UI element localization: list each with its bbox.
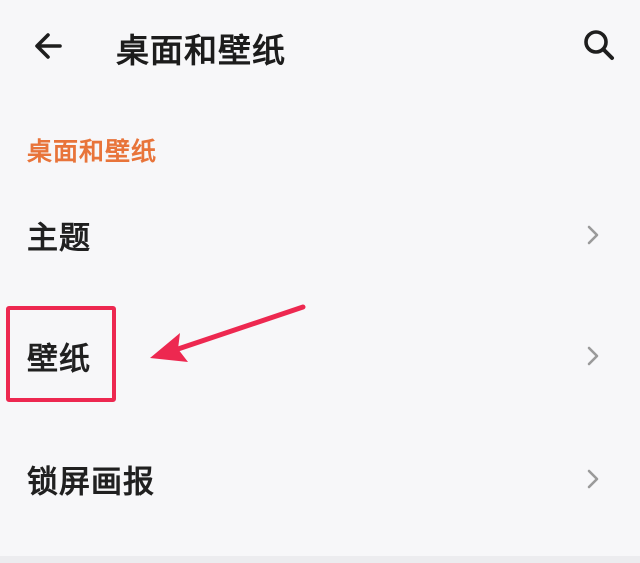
top-app-bar: 桌面和壁纸 bbox=[0, 0, 640, 95]
bottom-divider bbox=[0, 556, 640, 563]
page-title: 桌面和壁纸 bbox=[116, 31, 286, 70]
list-item-lock-screen-magazine[interactable]: 锁屏画报 bbox=[0, 424, 640, 534]
chevron-right-icon bbox=[587, 346, 599, 366]
search-button[interactable] bbox=[576, 22, 622, 68]
list-item-label: 主题 bbox=[27, 220, 91, 257]
arrow-left-icon bbox=[35, 33, 62, 59]
list-item-label: 锁屏画报 bbox=[27, 464, 155, 501]
chevron-right-icon bbox=[587, 469, 599, 489]
highlight-box bbox=[6, 306, 116, 402]
chevron-right-icon bbox=[587, 225, 599, 245]
list-item-theme[interactable]: 主题 bbox=[0, 180, 640, 290]
back-button[interactable] bbox=[24, 22, 72, 70]
section-header: 桌面和壁纸 bbox=[27, 137, 158, 166]
search-icon bbox=[584, 30, 614, 60]
